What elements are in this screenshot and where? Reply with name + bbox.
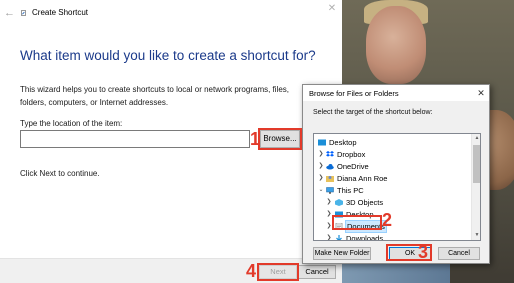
chevron-down-icon[interactable]: ⌄ — [317, 185, 325, 196]
step-2-label: 2 — [382, 210, 393, 230]
location-label: Type the location of the item: — [20, 119, 123, 128]
close-icon[interactable]: ✕ — [326, 3, 338, 15]
chevron-right-icon[interactable]: ❯ — [317, 173, 325, 184]
chevron-right-icon[interactable]: ❯ — [317, 149, 325, 160]
tree-scrollbar[interactable]: ▲ ▼ — [471, 134, 480, 240]
dropbox-icon — [326, 151, 334, 157]
tree-item-3d-objects[interactable]: ❯ 3D Objects — [314, 197, 470, 208]
dialog-instruction: Select the target of the shortcut below: — [313, 109, 433, 116]
desktop-folder-icon — [318, 139, 326, 146]
shortcut-app-icon — [21, 10, 26, 16]
tree-item-label: Diana Ann Roe — [337, 174, 388, 183]
scroll-up-icon[interactable]: ▲ — [472, 134, 480, 143]
step-1-highlight — [258, 128, 302, 150]
tree-item-label: OneDrive — [337, 162, 369, 171]
dialog-cancel-button[interactable]: Cancel — [438, 247, 480, 260]
downloads-icon — [336, 235, 342, 240]
cancel-button[interactable]: Cancel — [298, 265, 336, 279]
wizard-titlebar: ← Create Shortcut ✕ — [0, 0, 342, 26]
continue-hint: Click Next to continue. — [20, 169, 100, 178]
location-input[interactable] — [20, 130, 250, 148]
tree-item-desktop[interactable]: Desktop — [314, 137, 470, 148]
scroll-down-icon[interactable]: ▼ — [472, 231, 480, 240]
step-1-label: 1 — [250, 129, 261, 149]
dialog-close-icon[interactable]: ✕ — [475, 87, 487, 99]
tree-item-dropbox[interactable]: ❯ Dropbox — [314, 149, 470, 160]
step-3-label: 3 — [418, 242, 429, 262]
wizard-description: This wizard helps you to create shortcut… — [20, 85, 289, 107]
tree-item-label: 3D Objects — [346, 198, 384, 207]
tree-item-this-pc[interactable]: ⌄ This PC — [314, 185, 470, 196]
chevron-right-icon[interactable]: ❯ — [325, 197, 333, 208]
step-4-highlight — [257, 263, 299, 281]
onedrive-cloud-icon — [326, 164, 334, 170]
computer-icon — [326, 187, 334, 194]
tree-item-label: Desktop — [329, 138, 357, 147]
chevron-right-icon[interactable]: ❯ — [317, 161, 325, 172]
make-new-folder-button[interactable]: Make New Folder — [313, 247, 371, 260]
dialog-title: Browse for Files or Folders — [309, 89, 399, 98]
tree-item-label: Dropbox — [337, 150, 366, 159]
3d-objects-icon — [335, 199, 343, 206]
back-arrow-icon[interactable]: ← — [4, 7, 16, 19]
user-folder-icon — [326, 176, 334, 182]
tree-item-downloads[interactable]: ❯ Downloads — [314, 233, 470, 241]
tree-item-onedrive[interactable]: ❯ OneDrive — [314, 161, 470, 172]
tree-item-label: Downloads — [346, 234, 384, 241]
scrollbar-thumb[interactable] — [473, 145, 480, 183]
page-heading: What item would you like to create a sho… — [20, 48, 316, 63]
step-4-label: 4 — [246, 261, 257, 281]
tree-item-label: This PC — [337, 186, 364, 195]
photo-face — [366, 6, 426, 84]
tree-item-user[interactable]: ❯ Diana Ann Roe — [314, 173, 470, 184]
window-title: Create Shortcut — [32, 8, 89, 17]
browse-dialog: Browse for Files or Folders ✕ Select the… — [302, 84, 490, 264]
chevron-right-icon[interactable]: ❯ — [325, 233, 333, 240]
dialog-titlebar: Browse for Files or Folders ✕ — [303, 85, 489, 101]
step-2-highlight — [332, 215, 382, 230]
